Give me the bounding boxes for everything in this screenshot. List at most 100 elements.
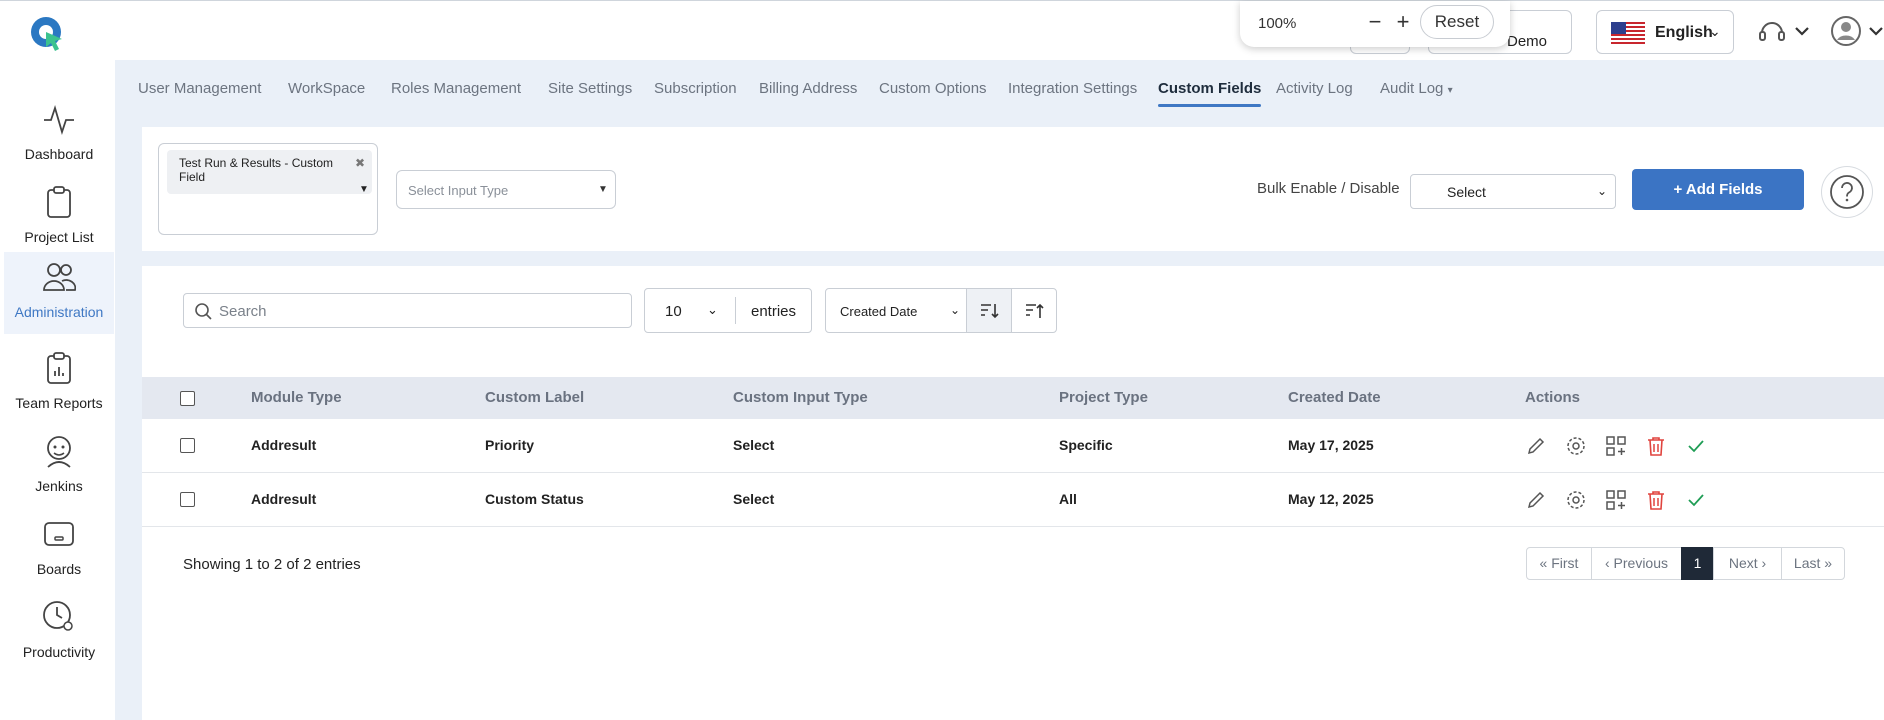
sidebar-item-administration[interactable]: Administration [4, 252, 114, 334]
column-header[interactable]: Project Type [1059, 389, 1148, 406]
headset-icon[interactable] [1756, 17, 1816, 47]
settings-gear-icon[interactable] [1565, 435, 1587, 457]
zoom-level: 100% [1258, 15, 1297, 32]
selected-chip: Test Run & Results - Custom Field ✖ [167, 150, 372, 194]
language-selector[interactable]: English ⌄ [1596, 10, 1734, 54]
remove-chip-icon[interactable]: ✖ [355, 156, 515, 170]
caret-down-icon: ▾ [1447, 85, 1453, 96]
add-fields-button[interactable]: + Add Fields [1632, 169, 1804, 210]
tab-custom-options[interactable]: Custom Options [879, 80, 987, 97]
sort-by-select[interactable]: Created Date ⌄ [825, 288, 967, 333]
search-icon [195, 303, 212, 320]
jenkins-icon [47, 436, 71, 468]
sort-desc-icon [981, 304, 999, 319]
user-avatar-icon[interactable] [1830, 15, 1884, 49]
top-bar: Demo English ⌄ 100% − + Reset [0, 0, 1884, 60]
table-row: Addresult Custom Status Select All May 1… [142, 473, 1884, 527]
select-all-checkbox[interactable] [180, 391, 195, 406]
tab-subscription[interactable]: Subscription [654, 80, 737, 97]
page-next-button[interactable]: Next › [1713, 547, 1782, 580]
sidebar-item-label: Jenkins [35, 478, 83, 494]
sort-value: Created Date [840, 304, 918, 319]
cell-custom-label: Custom Status [485, 491, 584, 507]
cell-input-type: Select [733, 491, 775, 507]
clock-gear-icon [43, 601, 73, 631]
users-icon [43, 263, 76, 291]
module-multiselect[interactable]: Test Run & Results - Custom Field ✖ ▼ [158, 143, 378, 235]
sidebar-item-label: Team Reports [15, 395, 103, 411]
cell-input-type: Select [733, 437, 775, 453]
sort-descending-button[interactable] [966, 288, 1012, 333]
delete-icon[interactable] [1645, 489, 1667, 511]
caret-down-icon: ▼ [359, 184, 369, 195]
sidebar-item-dashboard[interactable]: Dashboard [4, 94, 114, 176]
entries-per-page-select[interactable]: 10 ⌄ entries [644, 288, 812, 333]
cell-module-type: Addresult [251, 437, 317, 453]
sidebar-item-jenkins[interactable]: Jenkins [4, 426, 114, 508]
check-icon[interactable] [1685, 435, 1707, 457]
sidebar: Dashboard Project List Administration Te… [0, 60, 115, 720]
zoom-out-button[interactable]: − [1362, 9, 1388, 35]
chip-label: Test Run & Results - Custom Field [179, 156, 334, 184]
select-value: Select [1447, 184, 1486, 200]
bulk-label: Bulk Enable / Disable [1257, 180, 1400, 197]
row-checkbox[interactable] [180, 492, 195, 507]
select-placeholder: Select Input Type [408, 183, 509, 198]
edit-icon[interactable] [1525, 435, 1547, 457]
column-header[interactable]: Custom Input Type [733, 389, 868, 406]
chevron-down-icon: ⌄ [1597, 184, 1608, 198]
column-header[interactable]: Custom Label [485, 389, 584, 406]
zoom-popover: 100% − + Reset [1240, 1, 1510, 47]
question-icon [1830, 175, 1864, 209]
tab-custom-fields[interactable]: Custom Fields [1158, 80, 1262, 107]
help-button[interactable] [1822, 167, 1872, 217]
tab-audit-log[interactable]: Audit Log ▾ [1380, 80, 1453, 97]
tab-activity-log[interactable]: Activity Log [1276, 80, 1353, 97]
column-header[interactable]: Created Date [1288, 389, 1381, 406]
cell-created-date: May 17, 2025 [1288, 437, 1374, 453]
page-last-button[interactable]: Last » [1781, 547, 1845, 580]
sidebar-item-boards[interactable]: Boards [4, 509, 114, 591]
app-logo[interactable] [28, 13, 68, 53]
sidebar-item-label: Productivity [22, 644, 96, 660]
zoom-reset-button[interactable]: Reset [1420, 5, 1494, 39]
tab-user-management[interactable]: User Management [138, 80, 261, 97]
delete-icon[interactable] [1645, 435, 1667, 457]
tab-site-settings[interactable]: Site Settings [548, 80, 632, 97]
check-icon[interactable] [1685, 489, 1707, 511]
row-checkbox[interactable] [180, 438, 195, 453]
page-previous-button[interactable]: ‹ Previous [1591, 547, 1682, 580]
page-number-button[interactable]: 1 [1681, 547, 1714, 580]
add-grid-icon[interactable] [1605, 489, 1627, 511]
button-label: Add Fields [1685, 181, 1763, 198]
entries-label: entries [751, 303, 797, 320]
edit-icon[interactable] [1525, 489, 1547, 511]
sort-ascending-button[interactable] [1011, 288, 1057, 333]
tab-billing-address[interactable]: Billing Address [759, 80, 857, 97]
search-input[interactable] [219, 300, 619, 322]
tab-workspace[interactable]: WorkSpace [288, 80, 365, 97]
tab-label: Audit Log [1380, 80, 1444, 97]
sidebar-item-label: Dashboard [24, 146, 94, 162]
showing-entries-text: Showing 1 to 2 of 2 entries [183, 556, 361, 573]
sidebar-item-productivity[interactable]: Productivity [4, 592, 114, 674]
custom-fields-table-card: 10 ⌄ entries Created Date ⌄ Module Type … [142, 266, 1884, 720]
page-first-button[interactable]: « First [1526, 547, 1592, 580]
add-grid-icon[interactable] [1605, 435, 1627, 457]
board-icon [44, 522, 74, 546]
tab-integration-settings[interactable]: Integration Settings [1008, 80, 1137, 97]
column-header[interactable]: Module Type [251, 389, 342, 406]
table-row: Addresult Priority Select Specific May 1… [142, 419, 1884, 473]
cell-project-type: All [1059, 491, 1077, 507]
sort-asc-icon [1026, 303, 1044, 318]
bulk-enable-select[interactable]: Select ⌄ [1410, 174, 1616, 209]
sidebar-item-project-list[interactable]: Project List [4, 177, 114, 259]
tab-roles-management[interactable]: Roles Management [391, 80, 521, 97]
entries-value: 10 [665, 303, 682, 320]
sidebar-item-team-reports[interactable]: Team Reports [4, 343, 114, 425]
zoom-in-button[interactable]: + [1390, 9, 1416, 35]
settings-gear-icon[interactable] [1565, 489, 1587, 511]
input-type-select[interactable]: Select Input Type ▼ [396, 170, 616, 209]
chevron-down-icon: ⌄ [950, 303, 961, 317]
column-header: Actions [1525, 389, 1581, 406]
